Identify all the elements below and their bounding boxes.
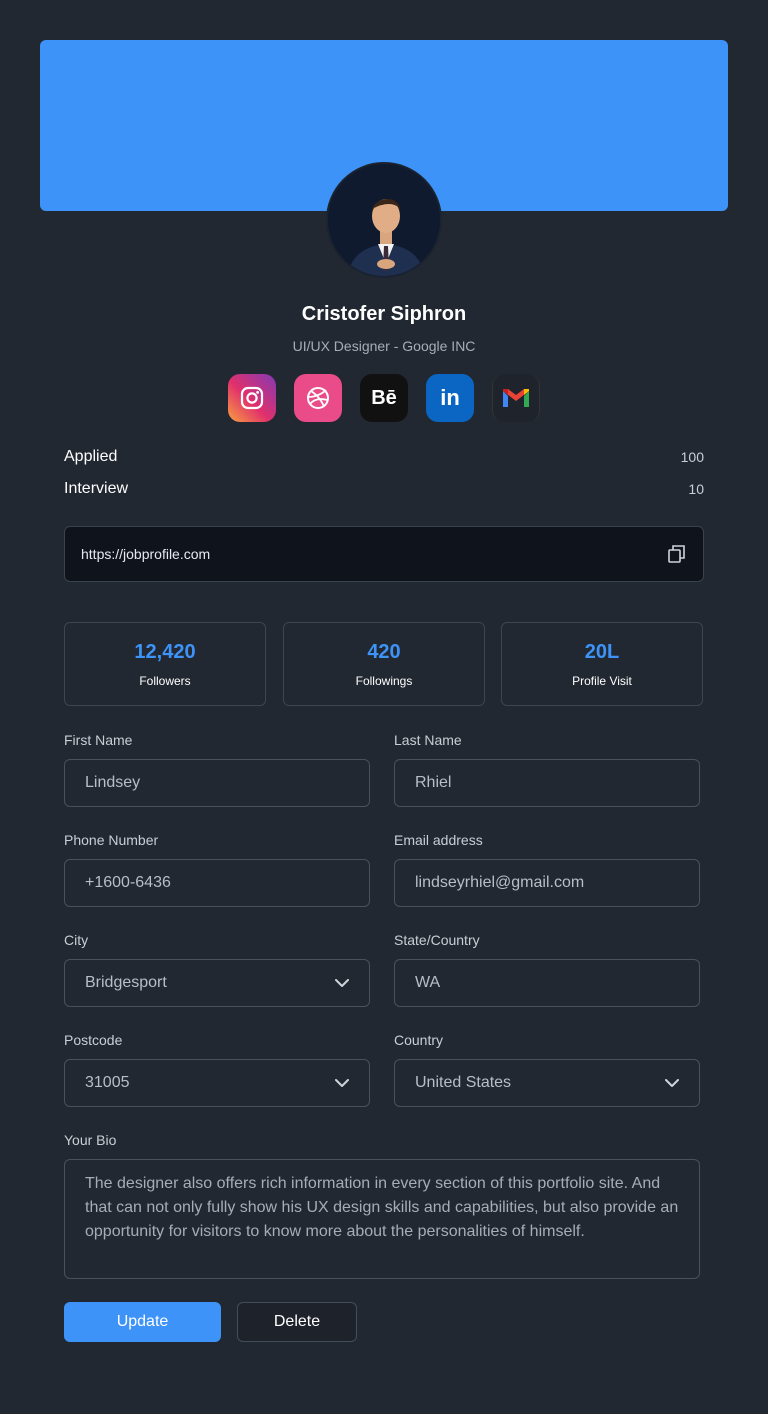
interview-label: Interview [64,480,129,497]
applied-label: Applied [64,448,118,465]
profile-name: Cristofer Siphron [301,303,467,325]
state-input[interactable]: WA [394,959,700,1007]
city-label: City [64,932,89,948]
linkedin-icon[interactable]: in [426,374,474,422]
last-name-input[interactable]: Rhiel [394,759,700,807]
postcode-label: Postcode [64,1032,123,1048]
delete-button[interactable]: Delete [237,1302,357,1342]
followings-card: 420 Followings [283,622,485,706]
applied-row: Applied 100 [64,448,704,466]
chevron-down-icon [335,1079,349,1087]
state-label: State/Country [394,932,480,948]
followings-label: Followings [355,673,413,688]
email-value: lindseyrhiel@gmail.com [415,874,585,891]
profile-visit-card: 20L Profile Visit [501,622,703,706]
country-select[interactable]: United States [394,1059,700,1107]
gmail-icon[interactable] [492,374,540,422]
phone-value: +1600-6436 [85,874,171,891]
profile-visit-label: Profile Visit [572,673,632,688]
followings-count: 420 [367,640,401,663]
update-button[interactable]: Update [64,1302,221,1342]
followers-label: Followers [139,673,191,688]
copy-icon[interactable] [667,544,687,564]
city-select[interactable]: Bridgesport [64,959,370,1007]
interview-row: Interview 10 [64,480,704,498]
social-links: Bē in [228,374,540,422]
country-label: Country [394,1032,444,1048]
state-value: WA [415,974,441,991]
email-input[interactable]: lindseyrhiel@gmail.com [394,859,700,907]
bio-label: Your Bio [64,1132,117,1148]
chevron-down-icon [335,979,349,987]
city-value: Bridgesport [85,974,167,991]
followers-card: 12,420 Followers [64,622,266,706]
first-name-input[interactable]: Lindsey [64,759,370,807]
phone-label: Phone Number [64,832,159,848]
last-name-value: Rhiel [415,774,452,791]
bio-field: Your Bio The designer also offers rich i… [64,1132,700,1279]
profile-role: UI/UX Designer - Google INC [292,338,476,354]
email-field: Email address lindseyrhiel@gmail.com [394,832,700,907]
country-field: Country United States [394,1032,700,1107]
interview-value: 10 [688,481,704,497]
followers-count: 12,420 [134,640,196,663]
behance-icon[interactable]: Bē [360,374,408,422]
dribbble-icon[interactable] [294,374,342,422]
profile-visit-count: 20L [584,640,620,663]
country-value: United States [415,1074,512,1091]
city-field: City Bridgesport [64,932,370,1007]
email-label: Email address [394,832,483,848]
profile-url-box: https://jobprofile.com [64,526,704,582]
avatar [326,162,442,278]
last-name-field: Last Name Rhiel [394,732,700,807]
postcode-select[interactable]: 31005 [64,1059,370,1107]
instagram-icon[interactable] [228,374,276,422]
last-name-label: Last Name [394,732,462,748]
phone-input[interactable]: +1600-6436 [64,859,370,907]
postcode-field: Postcode 31005 [64,1032,370,1107]
chevron-down-icon [665,1079,679,1087]
state-field: State/Country WA [394,932,700,1007]
phone-field: Phone Number +1600-6436 [64,832,370,907]
profile-url[interactable]: https://jobprofile.com [81,546,210,562]
first-name-field: First Name Lindsey [64,732,370,807]
bio-textarea[interactable]: The designer also offers rich informatio… [64,1159,700,1279]
first-name-label: First Name [64,732,133,748]
postcode-value: 31005 [85,1074,130,1091]
first-name-value: Lindsey [85,774,141,791]
applied-value: 100 [680,449,704,465]
